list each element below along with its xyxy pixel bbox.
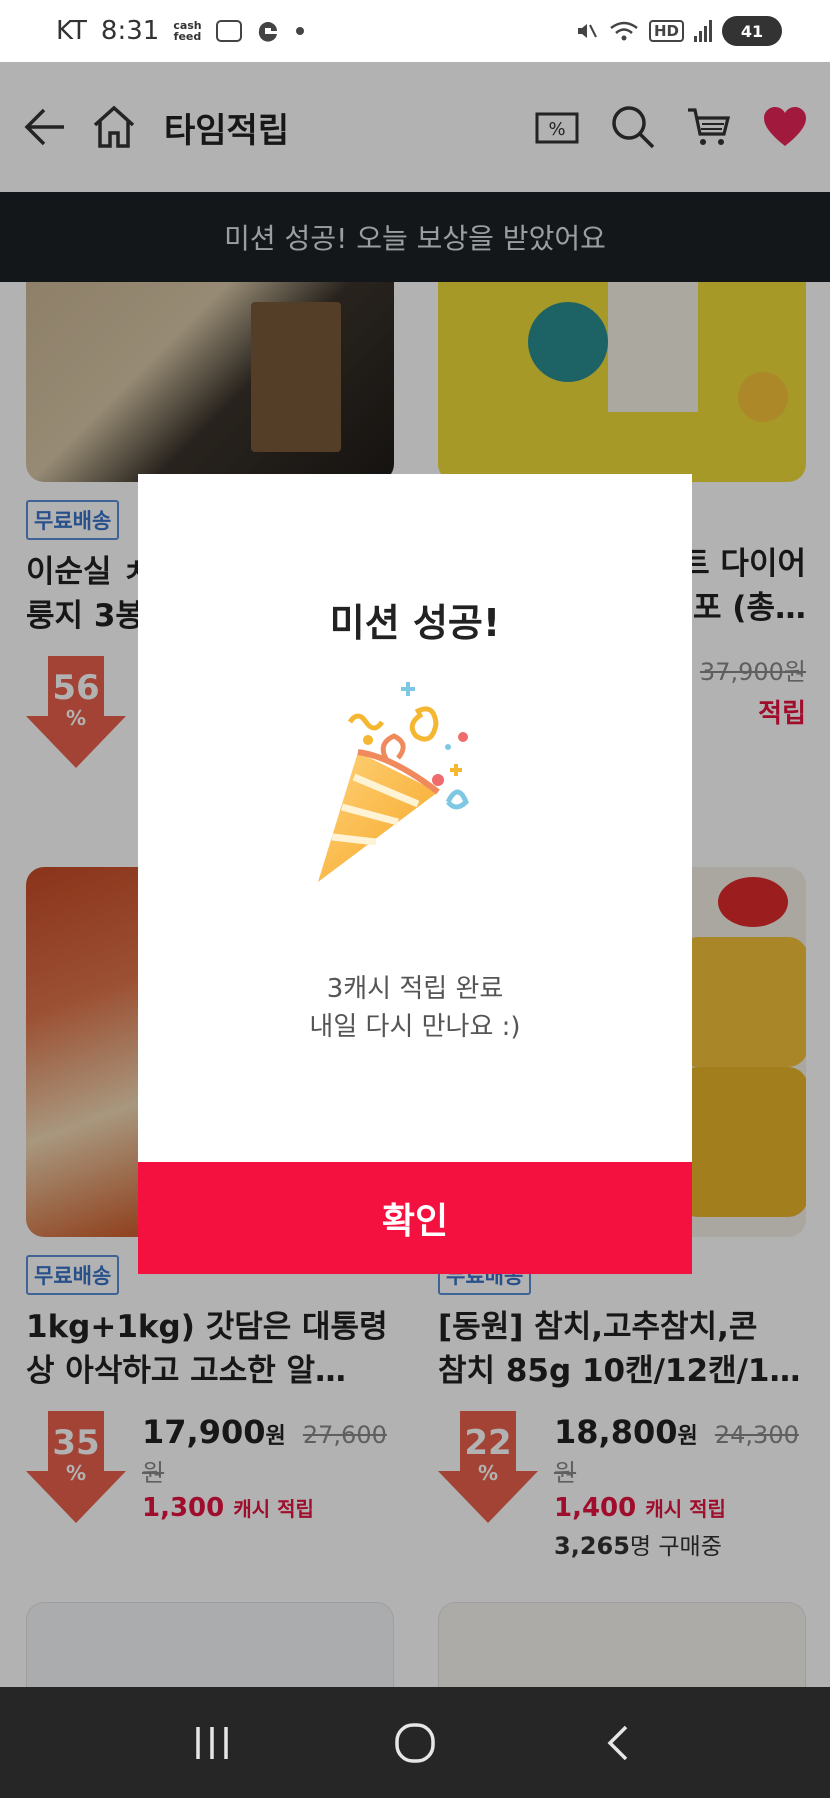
carrier-label: KT [56,16,87,46]
recent-apps-icon[interactable] [172,1713,252,1773]
cashfeed-icon: cash feed [173,19,202,43]
notification-dot-icon [295,27,304,35]
home-button-icon[interactable] [375,1713,455,1773]
notification-app-icon [258,22,277,42]
battery-indicator: 41 [722,16,782,46]
wifi-icon [610,21,638,41]
system-nav-bar [0,1687,830,1798]
clock: 8:31 [100,16,160,46]
confirm-button[interactable]: 확인 [138,1162,692,1274]
signal-icon [694,20,712,42]
screenshot-icon [215,20,242,42]
dialog-title: 미션 성공! [329,601,501,645]
dialog-message: 3캐시 적립 완료 내일 다시 만나요 :) [309,974,521,1042]
status-bar: KT 8:31 cash feed HD 41 [0,0,830,62]
hd-voice-icon: HD [648,20,684,42]
mute-icon [577,24,597,38]
system-back-icon[interactable] [578,1713,658,1773]
mission-success-dialog: 미션 성공! 3캐시 적립 완료 내일 다시 만나요:) 확인 [138,474,692,1274]
party-popper-icon [298,682,538,902]
